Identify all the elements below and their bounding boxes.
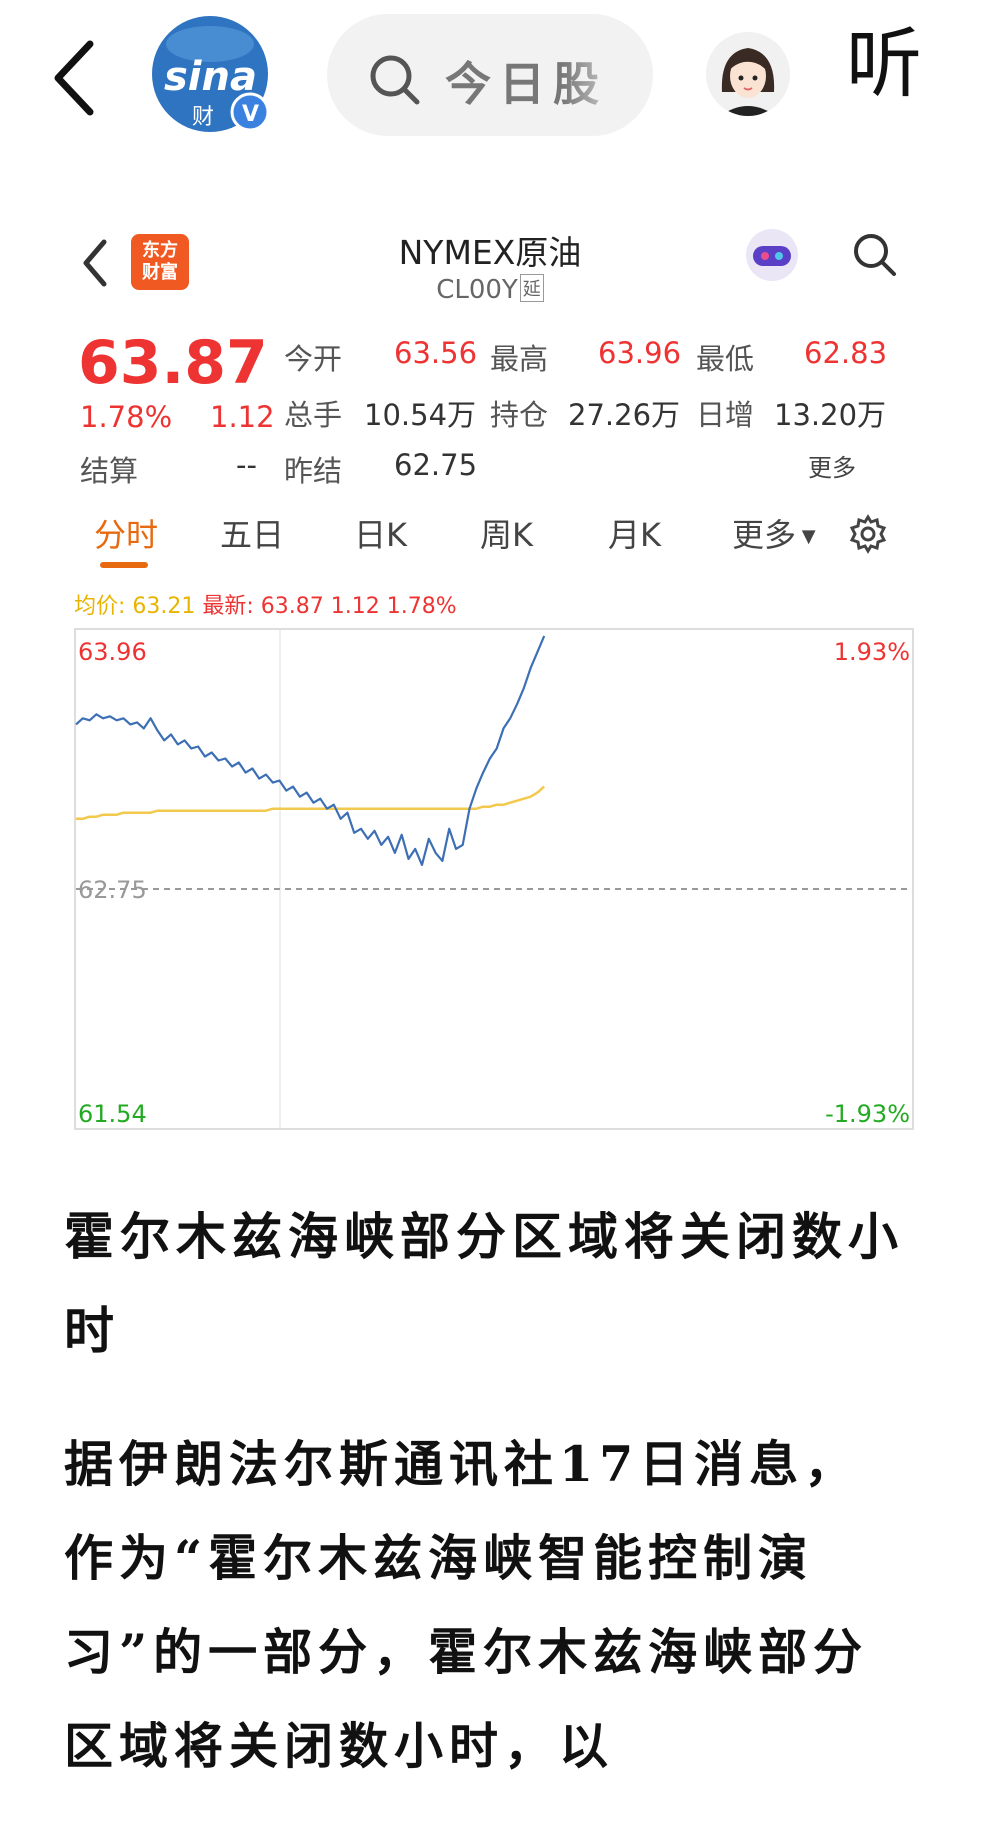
- more-fields-button: 更多: [808, 454, 856, 482]
- tab-weekly-k: 周K: [480, 516, 533, 554]
- pct-top-label: 1.93%: [834, 638, 910, 666]
- prev-settle-label: 昨结: [284, 454, 343, 488]
- high-label: 最高: [490, 342, 549, 376]
- pct-bottom-label: -1.93%: [825, 1100, 910, 1128]
- settle-label: 结算: [80, 454, 139, 488]
- period-tabs: 分时 五日 日K 周K 月K 更多 ▼: [0, 510, 986, 570]
- open-label: 今开: [284, 342, 343, 376]
- eastmoney-logo: 东方 财富: [131, 234, 189, 290]
- active-tab-indicator: [100, 562, 148, 568]
- search-bar[interactable]: 今日股: [327, 14, 653, 136]
- high-value: 63.96: [598, 336, 682, 370]
- tab-more-label: 更多: [732, 516, 797, 554]
- open-interest-label: 持仓: [490, 398, 549, 432]
- y-top-label: 63.96: [78, 638, 147, 666]
- brand-badge-text: 东方 财富: [142, 240, 178, 283]
- tab-more: 更多 ▼: [732, 510, 816, 556]
- change-amount: 1.12: [210, 400, 275, 434]
- back-chevron-icon: [80, 238, 110, 292]
- settle-value: --: [236, 448, 257, 482]
- prev-settle-value: 62.75: [394, 448, 478, 482]
- tab-intraday: 分时: [94, 516, 159, 554]
- latest-price-legend: 最新: 63.87 1.12 1.78%: [202, 594, 457, 619]
- open-interest-value: 27.26万: [568, 398, 681, 432]
- back-chevron-icon[interactable]: [48, 38, 108, 118]
- listen-button[interactable]: 听: [846, 26, 922, 102]
- tab-monthly-k: 月K: [608, 516, 661, 554]
- logo-text: sina: [164, 54, 257, 100]
- top-app-bar: sina 财 V 今日股 听: [0, 0, 986, 150]
- y-bottom-label: 61.54: [78, 1100, 147, 1128]
- daily-increase-label: 日增: [696, 398, 755, 432]
- chart-legend: 均价: 63.21 最新: 63.87 1.12 1.78%: [74, 588, 457, 620]
- chart-frame: [74, 628, 914, 1130]
- caret-down-icon: ▼: [796, 526, 816, 547]
- volume-value: 10.54万: [364, 398, 477, 432]
- gear-icon: [848, 514, 888, 558]
- avg-price-legend: 均价: 63.21: [74, 594, 196, 619]
- delay-tag: 延: [519, 274, 544, 302]
- low-value: 62.83: [804, 336, 888, 370]
- intraday-chart: 63.96 62.75 61.54 1.93% -1.93%: [74, 628, 914, 1130]
- verified-mark: V: [242, 102, 259, 127]
- ai-robot-icon: [743, 226, 801, 288]
- y-mid-label: 62.75: [78, 876, 147, 904]
- search-icon: [367, 52, 423, 112]
- low-label: 最低: [696, 342, 755, 376]
- search-icon: [850, 230, 900, 284]
- tab-five-day: 五日: [220, 516, 285, 554]
- logo-sub-text: 财: [192, 105, 214, 130]
- instrument-code-text: CL00Y: [436, 275, 518, 305]
- intraday-chart-svg: 63.96 62.75 61.54 1.93% -1.93%: [74, 628, 914, 1130]
- change-percent: 1.78%: [80, 400, 173, 434]
- user-avatar[interactable]: [706, 32, 790, 116]
- last-price: 63.87: [78, 328, 268, 398]
- article-body: 据伊朗法尔斯通讯社17日消息，作为“霍尔木兹海峡智能控制演习”的一部分，霍尔木兹…: [64, 1435, 869, 1775]
- instrument-title: NYMEX原油: [398, 233, 582, 272]
- instrument-code: CL00Y 延: [340, 274, 640, 305]
- open-value: 63.56: [394, 336, 478, 370]
- article-headline: 霍尔木兹海峡部分区域将关闭数小时: [64, 1207, 904, 1360]
- daily-increase-value: 13.20万: [774, 398, 887, 432]
- search-fade: [563, 14, 653, 136]
- tab-daily-k: 日K: [354, 516, 407, 554]
- quote-screenshot: 东方 财富 NYMEX原油 CL00Y 延 63.87 1.78% 1.12 今开…: [0, 190, 986, 1150]
- volume-label: 总手: [284, 398, 343, 432]
- sina-finance-avatar[interactable]: sina 财 V: [150, 14, 274, 138]
